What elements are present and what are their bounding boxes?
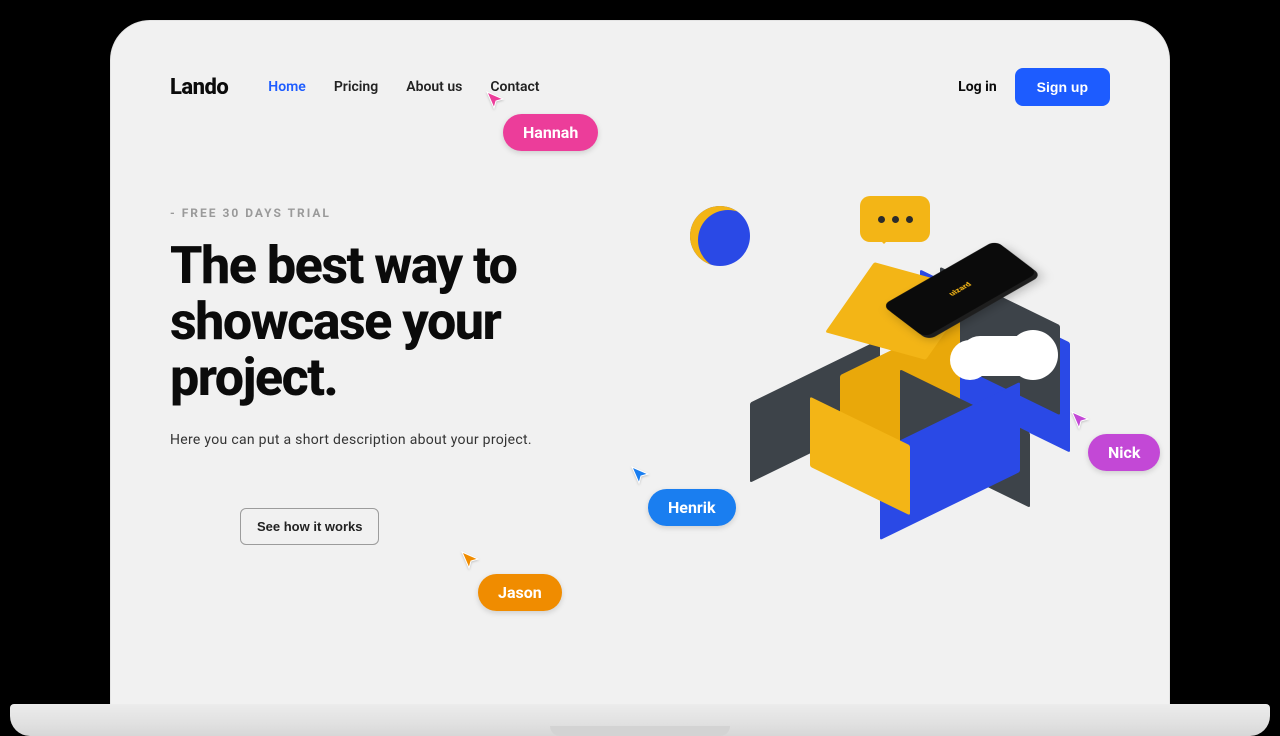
header: Lando Home Pricing About us Contact Log … <box>170 50 1110 106</box>
nav-contact[interactable]: Contact <box>490 79 539 95</box>
phone-brand-label: uizard <box>947 281 974 297</box>
laptop-notch <box>550 726 730 736</box>
see-how-it-works-button[interactable]: See how it works <box>240 508 379 545</box>
cursor-icon <box>460 550 480 570</box>
nav-about[interactable]: About us <box>406 79 462 95</box>
app-screen: Lando Home Pricing About us Contact Log … <box>110 20 1170 720</box>
isometric-scene: uizard <box>690 206 1110 546</box>
hero-copy: - FREE 30 DAYS TRIAL The best way to sho… <box>170 206 650 546</box>
header-right: Log in Sign up <box>958 68 1110 106</box>
cursor-label: Hannah <box>503 114 598 151</box>
cloud-shape <box>960 336 1050 376</box>
nav-pricing[interactable]: Pricing <box>334 79 378 95</box>
laptop-frame: Lando Home Pricing About us Contact Log … <box>110 20 1170 720</box>
cursor-label: Jason <box>478 574 562 611</box>
hero-section: - FREE 30 DAYS TRIAL The best way to sho… <box>170 206 1110 546</box>
hero-subtext: Here you can put a short description abo… <box>170 432 650 448</box>
nav-home[interactable]: Home <box>268 79 306 95</box>
hero-eyebrow: - FREE 30 DAYS TRIAL <box>170 206 650 220</box>
hero-headline: The best way to showcase your project. <box>170 238 650 406</box>
collab-cursor-jason: Jason <box>460 550 562 611</box>
hero-illustration: uizard <box>690 206 1110 546</box>
chat-bubble-icon <box>860 196 930 242</box>
login-link[interactable]: Log in <box>958 79 997 95</box>
header-left: Lando Home Pricing About us Contact <box>170 75 540 100</box>
primary-nav: Home Pricing About us Contact <box>268 79 539 95</box>
ring-shape <box>690 206 750 266</box>
chat-dots <box>860 196 930 242</box>
signup-button[interactable]: Sign up <box>1015 68 1110 106</box>
brand-logo[interactable]: Lando <box>170 75 228 100</box>
